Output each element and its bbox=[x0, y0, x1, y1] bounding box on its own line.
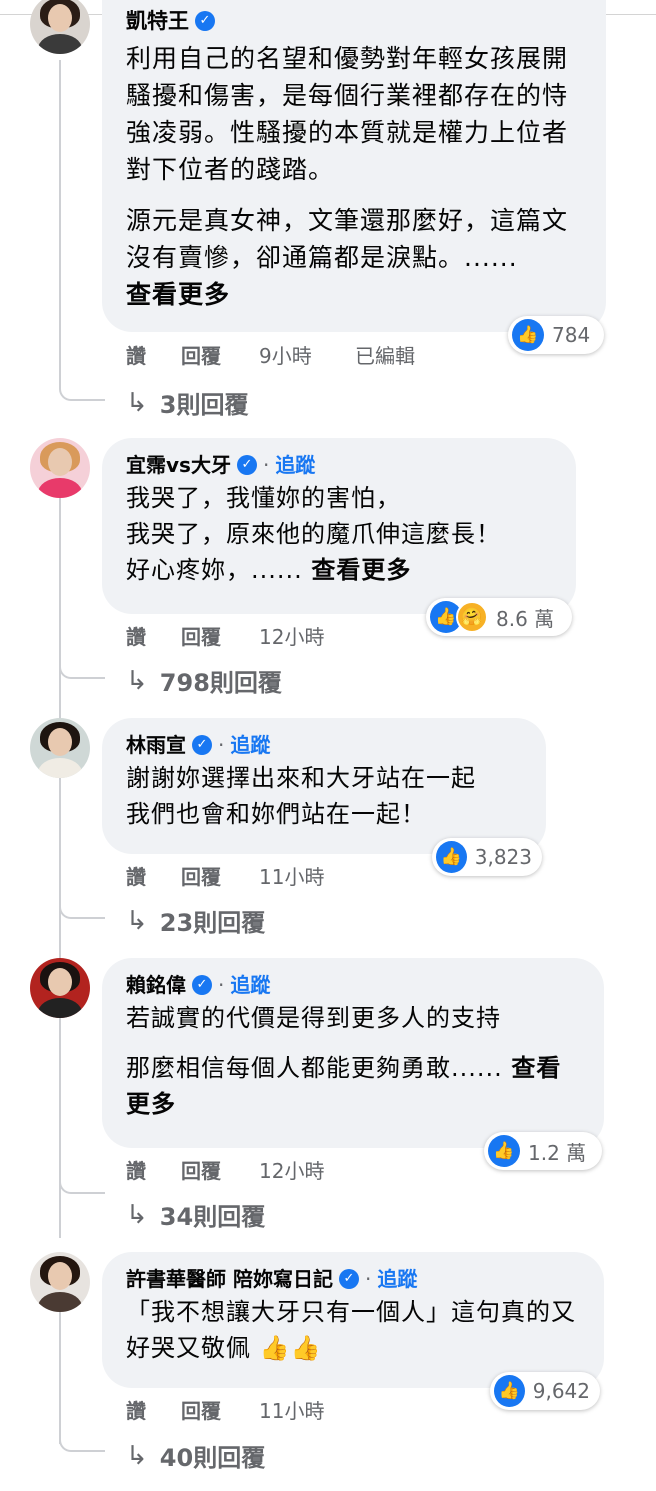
care-reaction-icon: 🤗 bbox=[456, 601, 488, 633]
comment-text: 源元是真女神，文筆還那麼好，這篇文沒有賣慘，卻通篇都是淚點。...... bbox=[126, 206, 569, 272]
like-button[interactable]: 讚 bbox=[126, 340, 181, 369]
author-name[interactable]: 林雨宣 bbox=[126, 730, 186, 760]
follow-button[interactable]: 追蹤 bbox=[230, 970, 270, 1000]
timestamp[interactable]: 12小時 bbox=[259, 621, 355, 650]
reaction-count: 784 bbox=[552, 323, 591, 347]
comment-text: 我哭了，原來他的魔爪伸這麼長！ bbox=[126, 520, 501, 548]
comment-text: 那麼相信每個人都能更夠勇敢...... bbox=[126, 1054, 503, 1082]
thumbs-up-emoji-icon: 👍👍 bbox=[259, 1334, 322, 1362]
comment-text: 我們也會和妳們站在一起！ bbox=[126, 800, 426, 828]
reply-button[interactable]: 回覆 bbox=[181, 1395, 259, 1424]
like-reaction-icon: 👍 bbox=[488, 1135, 520, 1167]
comment-text: 我哭了，我懂妳的害怕， bbox=[126, 484, 401, 512]
reply-button[interactable]: 回覆 bbox=[181, 621, 259, 650]
thread-connector bbox=[59, 1178, 105, 1194]
like-reaction-icon: 👍 bbox=[436, 841, 467, 873]
timestamp[interactable]: 9小時 bbox=[259, 340, 355, 369]
comment-text: 好心疼妳，...... bbox=[126, 556, 303, 584]
follow-button[interactable]: 追蹤 bbox=[377, 1264, 417, 1294]
verified-badge-icon: ✓ bbox=[195, 11, 215, 31]
timestamp[interactable]: 12小時 bbox=[259, 1155, 355, 1184]
reaction-count: 8.6 萬 bbox=[496, 606, 555, 631]
comment-bubble: 宜霈vs大牙 ✓ · 追蹤 我哭了，我懂妳的害怕， 我哭了，原來他的魔爪伸這麼長… bbox=[102, 438, 576, 614]
reaction-count: 1.2 萬 bbox=[528, 1140, 587, 1165]
edited-label: 已編輯 bbox=[355, 344, 415, 368]
reaction-count: 9,642 bbox=[532, 1379, 590, 1403]
thread-connector bbox=[59, 903, 105, 919]
reaction-summary[interactable]: 👍 784 bbox=[508, 316, 604, 354]
avatar[interactable] bbox=[30, 958, 90, 1018]
follow-button[interactable]: 追蹤 bbox=[275, 450, 315, 480]
thread-connector bbox=[59, 1436, 105, 1452]
view-replies-button[interactable]: ↳ 23則回覆 bbox=[126, 903, 265, 938]
avatar[interactable] bbox=[30, 0, 90, 54]
author-name[interactable]: 賴銘偉 bbox=[126, 970, 186, 1000]
view-replies-button[interactable]: ↳ 34則回覆 bbox=[126, 1197, 265, 1232]
comment-bubble: 許書華醫師 陪妳寫日記 ✓ · 追蹤 「我不想讓大牙只有一個人」這句真的又好哭又… bbox=[102, 1252, 604, 1388]
reply-arrow-icon: ↳ bbox=[126, 1440, 148, 1471]
replies-count: 34則回覆 bbox=[159, 1203, 266, 1231]
like-button[interactable]: 讚 bbox=[126, 621, 181, 650]
verified-badge-icon: ✓ bbox=[236, 455, 257, 475]
author-name[interactable]: 宜霈vs大牙 bbox=[126, 450, 231, 480]
see-more-link[interactable]: 查看更多 bbox=[126, 276, 582, 313]
view-replies-button[interactable]: ↳ 40則回覆 bbox=[126, 1438, 265, 1473]
reaction-summary[interactable]: 👍 3,823 bbox=[432, 838, 542, 876]
verified-badge-icon: ✓ bbox=[192, 975, 212, 995]
view-replies-button[interactable]: ↳ 3則回覆 bbox=[126, 385, 249, 420]
verified-badge-icon: ✓ bbox=[192, 735, 212, 755]
comment-bubble: 凱特王 ✓ 利用自己的名望和優勢對年輕女孩展開騷擾和傷害，是每個行業裡都存在的恃… bbox=[102, 0, 606, 332]
reply-button[interactable]: 回覆 bbox=[181, 1155, 259, 1184]
see-more-link[interactable]: 查看更多 bbox=[311, 556, 411, 584]
replies-count: 23則回覆 bbox=[159, 909, 266, 937]
comment-bubble: 林雨宣 ✓ · 追蹤 謝謝妳選擇出來和大牙站在一起 我們也會和妳們站在一起！ bbox=[102, 718, 546, 854]
reaction-summary[interactable]: 👍 1.2 萬 bbox=[484, 1132, 602, 1170]
follow-button[interactable]: 追蹤 bbox=[230, 730, 270, 760]
thread-connector bbox=[59, 385, 105, 401]
reply-arrow-icon: ↳ bbox=[126, 905, 148, 936]
view-replies-button[interactable]: ↳ 798則回覆 bbox=[126, 663, 282, 698]
comment-bubble: 賴銘偉 ✓ · 追蹤 若誠實的代價是得到更多人的支持 那麼相信每個人都能更夠勇敢… bbox=[102, 958, 604, 1148]
author-name[interactable]: 凱特王 bbox=[126, 6, 189, 36]
avatar[interactable] bbox=[30, 438, 90, 498]
reply-button[interactable]: 回覆 bbox=[181, 340, 259, 369]
reply-arrow-icon: ↳ bbox=[126, 387, 148, 418]
author-name[interactable]: 許書華醫師 陪妳寫日記 bbox=[126, 1264, 333, 1294]
reaction-summary[interactable]: 👍 9,642 bbox=[490, 1372, 600, 1410]
timestamp[interactable]: 11小時 bbox=[259, 861, 355, 890]
like-button[interactable]: 讚 bbox=[126, 861, 181, 890]
comment-text: 利用自己的名望和優勢對年輕女孩展開騷擾和傷害，是每個行業裡都存在的恃強凌弱。性騷… bbox=[126, 44, 569, 184]
thread-connector bbox=[59, 663, 105, 679]
like-button[interactable]: 讚 bbox=[126, 1155, 181, 1184]
avatar[interactable] bbox=[30, 1252, 90, 1312]
like-button[interactable]: 讚 bbox=[126, 1395, 181, 1424]
comment-text: 若誠實的代價是得到更多人的支持 bbox=[126, 1004, 501, 1032]
reply-button[interactable]: 回覆 bbox=[181, 861, 259, 890]
replies-count: 798則回覆 bbox=[159, 669, 282, 697]
comment-text: 「我不想讓大牙只有一個人」這句真的又好哭又敬佩 bbox=[126, 1298, 576, 1362]
replies-count: 40則回覆 bbox=[159, 1444, 266, 1472]
replies-count: 3則回覆 bbox=[159, 391, 249, 419]
avatar[interactable] bbox=[30, 718, 90, 778]
timestamp[interactable]: 11小時 bbox=[259, 1395, 355, 1424]
verified-badge-icon: ✓ bbox=[338, 1269, 359, 1289]
reply-arrow-icon: ↳ bbox=[126, 1199, 148, 1230]
reaction-count: 3,823 bbox=[474, 845, 532, 869]
like-reaction-icon: 👍 bbox=[494, 1375, 525, 1407]
like-reaction-icon: 👍 bbox=[512, 319, 544, 351]
reply-arrow-icon: ↳ bbox=[126, 665, 148, 696]
comment-text: 謝謝妳選擇出來和大牙站在一起 bbox=[126, 764, 476, 792]
reaction-summary[interactable]: 👍 🤗 8.6 萬 bbox=[426, 598, 572, 636]
